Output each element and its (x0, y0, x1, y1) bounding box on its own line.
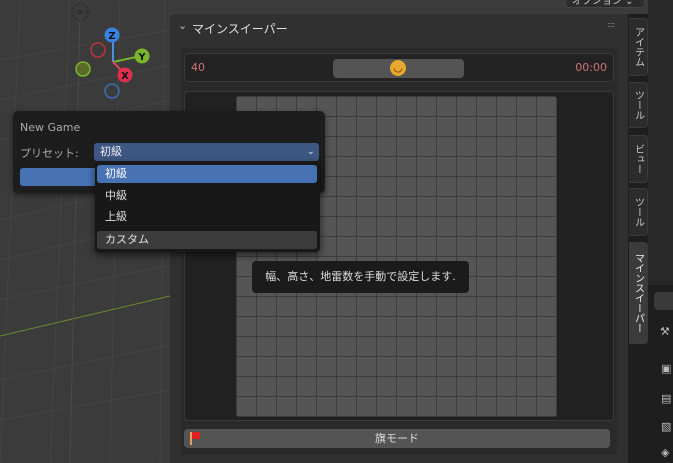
tab-tool[interactable]: ツール (629, 82, 648, 128)
flag-mode-button[interactable]: 旗モード (184, 429, 610, 448)
output-icon[interactable]: ▤ (661, 392, 671, 405)
editor-type-icon[interactable] (654, 292, 673, 310)
timer: 00:00 (575, 61, 607, 74)
collapse-chevron-icon[interactable]: ⌄ (178, 19, 187, 32)
tab-item[interactable]: アイテム (629, 18, 648, 76)
menu-item-beginner[interactable]: 初級 (97, 165, 317, 183)
tab-label: ビュー (632, 144, 644, 174)
menu-item-custom[interactable]: カスタム (97, 231, 317, 249)
properties-editor: ⚒ ▣ ▤ ▧ ◈ (648, 0, 673, 463)
tab-tool-2[interactable]: ツール (629, 188, 648, 236)
menu-item-expert[interactable]: 上級 (97, 208, 317, 226)
panel-title[interactable]: マインスイーパー (192, 20, 288, 37)
popup-title: New Game (20, 121, 81, 134)
camera-icon (71, 3, 89, 21)
chevron-down-icon: ⌄ (306, 146, 315, 157)
view-layer-icon[interactable]: ▧ (661, 420, 671, 433)
tab-minesweeper[interactable]: マインスイーパー (629, 242, 648, 344)
gizmo-x-label: X (121, 71, 129, 82)
tab-label: ツール (632, 197, 644, 227)
tab-label: ツール (632, 90, 644, 120)
menu-item-intermediate[interactable]: 中級 (97, 187, 317, 205)
tooltip: 幅、高さ、地雷数を手動で設定します. (252, 261, 469, 293)
status-bar: 40 ◡ 00:00 (184, 53, 614, 82)
drag-handle-icon[interactable]: :::: (607, 20, 615, 29)
tab-label: マインスイーパー (632, 253, 644, 333)
navigation-gizmo[interactable]: Z Y X (60, 0, 160, 105)
mine-counter: 40 (191, 61, 205, 74)
gizmo-y-label: Y (137, 52, 146, 63)
render-icon[interactable]: ▣ (661, 362, 671, 375)
gizmo-neg-x (90, 42, 106, 58)
smiley-icon: ◡ (390, 60, 406, 76)
gizmo-z-label: Z (108, 31, 115, 42)
reset-button[interactable]: ◡ (333, 59, 464, 78)
tool-icon[interactable]: ⚒ (660, 325, 670, 338)
preset-value: 初級 (100, 145, 122, 158)
preset-dropdown-menu: 初級 中級 上級 カスタム (95, 162, 320, 252)
tab-view[interactable]: ビュー (629, 135, 648, 183)
preset-select[interactable]: 初級 ⌄ (94, 143, 319, 161)
sidebar-tabs: アイテム ツール ビュー ツール マインスイーパー (628, 14, 648, 463)
options-dropdown[interactable]: オプション ⌄ (565, 0, 645, 8)
preset-label: プリセット: (20, 147, 79, 160)
tab-label: アイテム (632, 27, 644, 67)
flag-mode-label: 旗モード (375, 432, 419, 445)
gizmo-neg-z (104, 83, 120, 99)
x-axis-line (0, 295, 171, 337)
flag-icon (190, 432, 200, 445)
scene-icon[interactable]: ◈ (661, 446, 669, 459)
gizmo-neg-y (75, 61, 91, 77)
